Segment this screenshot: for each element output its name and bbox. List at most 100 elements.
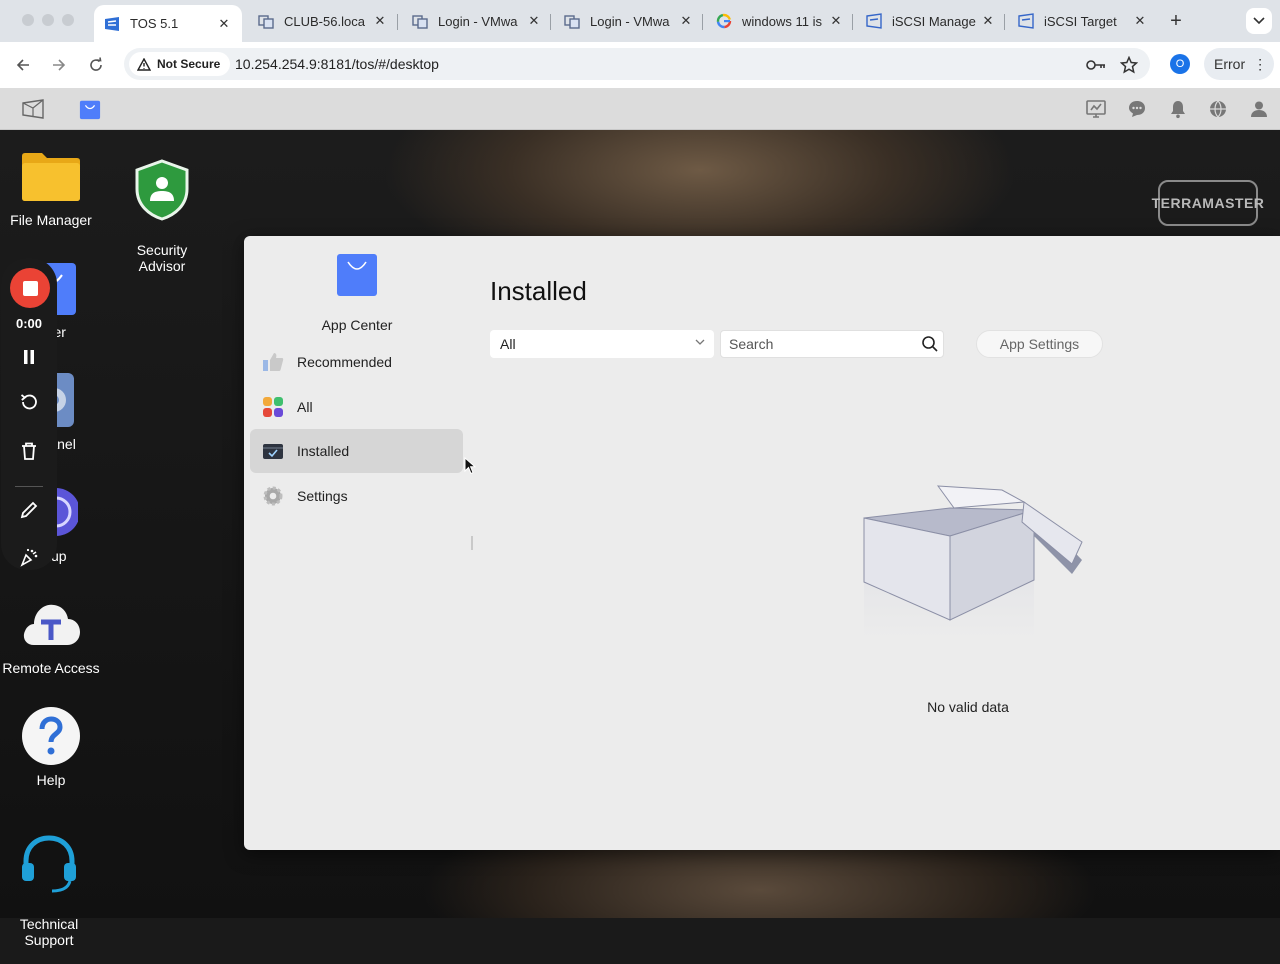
stop-recording-button[interactable] bbox=[10, 268, 50, 308]
tab-search-button[interactable] bbox=[1246, 8, 1272, 34]
tab-tos[interactable]: TOS 5.1 ✕ bbox=[94, 5, 242, 42]
settings-gear-icon bbox=[262, 485, 284, 507]
tab-login-2[interactable]: Login - VMwa ✕ bbox=[554, 6, 704, 36]
desktop-icon-file-manager[interactable]: File Manager bbox=[0, 144, 106, 228]
recording-timer: 0:00 bbox=[15, 316, 43, 331]
globe-icon[interactable] bbox=[1207, 98, 1229, 120]
tab-close-icon[interactable]: ✕ bbox=[1132, 13, 1148, 29]
terramaster-logo: TERRAMASTER bbox=[1152, 180, 1264, 226]
window-zoom-dot[interactable] bbox=[62, 14, 74, 26]
desktop-icon-technical-support[interactable]: Technical Support bbox=[0, 816, 104, 964]
nav-installed[interactable]: Installed bbox=[250, 429, 463, 473]
user-icon[interactable] bbox=[1248, 98, 1270, 120]
tab-title: iSCSI Manage bbox=[892, 13, 976, 29]
reload-button[interactable] bbox=[85, 54, 107, 76]
resource-monitor-icon[interactable] bbox=[1085, 98, 1107, 120]
pause-button[interactable] bbox=[1, 346, 57, 368]
forward-button[interactable] bbox=[48, 54, 70, 76]
desktop-icon-label: Help bbox=[36, 772, 66, 788]
google-icon bbox=[716, 13, 732, 29]
reload-icon bbox=[90, 57, 102, 71]
tab-close-icon[interactable]: ✕ bbox=[216, 16, 232, 32]
nav-settings[interactable]: Settings bbox=[250, 474, 463, 518]
search-icon[interactable] bbox=[921, 335, 939, 353]
app-center-title: App Center bbox=[321, 317, 393, 333]
error-label: Error bbox=[1214, 56, 1246, 72]
nav-all[interactable]: All bbox=[250, 385, 463, 429]
vmware-icon bbox=[564, 13, 580, 29]
chat-icon[interactable] bbox=[1126, 98, 1148, 120]
tos-home-icon[interactable] bbox=[22, 98, 44, 120]
tab-club[interactable]: CLUB-56.loca ✕ bbox=[248, 6, 398, 36]
window-close-dot[interactable] bbox=[22, 14, 34, 26]
tab-close-icon[interactable]: ✕ bbox=[526, 13, 542, 29]
url-text[interactable]: 10.254.254.9:8181/tos/#/desktop bbox=[235, 56, 439, 72]
back-button[interactable] bbox=[12, 54, 34, 76]
tab-close-icon[interactable]: ✕ bbox=[372, 13, 388, 29]
nav-recommended[interactable]: Recommended bbox=[250, 340, 463, 384]
nav-label: All bbox=[297, 399, 313, 415]
iscsi-icon bbox=[866, 13, 882, 29]
mouse-cursor-icon bbox=[464, 457, 476, 475]
page-title: Installed bbox=[490, 276, 587, 306]
tab-close-icon[interactable]: ✕ bbox=[678, 13, 694, 29]
delete-recording-button[interactable] bbox=[1, 440, 57, 462]
profile-avatar[interactable]: O bbox=[1170, 54, 1190, 74]
category-filter-select[interactable]: All bbox=[490, 330, 714, 358]
chevron-down-icon bbox=[695, 339, 705, 345]
vmware-icon bbox=[258, 13, 274, 29]
annotate-button[interactable] bbox=[1, 499, 57, 521]
restart-button[interactable] bbox=[1, 391, 57, 413]
screen-recorder-panel: 0:00 bbox=[1, 258, 57, 570]
desktop-icon-label: File Manager bbox=[10, 212, 92, 228]
cloud-t-icon bbox=[19, 592, 83, 656]
arrow-left-icon bbox=[16, 59, 29, 71]
arrow-right-icon bbox=[53, 59, 66, 71]
desktop-icon-remote-access[interactable]: Remote Access bbox=[0, 592, 106, 676]
filter-value: All bbox=[500, 336, 516, 352]
tab-title: CLUB-56.loca bbox=[284, 13, 365, 29]
kebab-menu-icon: ⋮ bbox=[1253, 55, 1268, 72]
site-security-chip[interactable]: Not Secure bbox=[129, 52, 231, 76]
app-center-taskbar-icon[interactable] bbox=[79, 98, 101, 120]
vmware-icon bbox=[412, 13, 428, 29]
nav-label: Settings bbox=[297, 488, 348, 504]
tab-login-1[interactable]: Login - VMwa ✕ bbox=[402, 6, 552, 36]
tab-title: iSCSI Target bbox=[1044, 13, 1117, 29]
new-tab-button[interactable]: + bbox=[1166, 10, 1186, 33]
trash-icon bbox=[22, 442, 36, 460]
warning-icon bbox=[137, 57, 151, 71]
bookmark-star-icon[interactable] bbox=[1119, 55, 1139, 75]
tab-title: Login - VMwa bbox=[590, 13, 670, 29]
sidebar-resize-handle[interactable] bbox=[471, 536, 473, 550]
grid-apps-icon bbox=[262, 396, 284, 418]
nav-label: Installed bbox=[297, 443, 350, 459]
window-minimize-dot[interactable] bbox=[42, 14, 54, 26]
tab-google[interactable]: windows 11 is ✕ bbox=[706, 6, 854, 36]
search-input[interactable] bbox=[721, 331, 911, 357]
app-center-window: App Center Recommended All Installed Set… bbox=[244, 236, 1280, 850]
desktop-icon-label: Technical Support bbox=[19, 916, 79, 948]
desktop-icon-help[interactable]: Help bbox=[0, 704, 106, 788]
restart-icon bbox=[20, 394, 37, 410]
app-center-logo-icon bbox=[337, 254, 377, 296]
desktop-icon-security-advisor[interactable]: Security Advisor bbox=[107, 142, 217, 290]
iscsi-icon bbox=[1018, 13, 1034, 29]
tab-title: windows 11 is bbox=[742, 13, 822, 29]
search-field[interactable] bbox=[720, 330, 944, 358]
pencil-icon bbox=[20, 501, 38, 519]
tos-icon bbox=[104, 16, 120, 32]
nav-label: Recommended bbox=[297, 354, 392, 370]
empty-state-message: No valid data bbox=[927, 699, 1009, 715]
tab-close-icon[interactable]: ✕ bbox=[828, 13, 844, 29]
error-menu-button[interactable]: Error ⋮ bbox=[1204, 48, 1274, 80]
effects-button[interactable] bbox=[1, 546, 57, 568]
app-settings-button[interactable]: App Settings bbox=[976, 330, 1103, 358]
tab-close-icon[interactable]: ✕ bbox=[980, 13, 996, 29]
tab-iscsi-target[interactable]: iSCSI Target ✕ bbox=[1008, 6, 1158, 36]
bell-icon[interactable] bbox=[1167, 98, 1189, 120]
password-key-icon[interactable] bbox=[1086, 55, 1106, 75]
installed-box-icon bbox=[262, 440, 284, 462]
tab-iscsi-manager[interactable]: iSCSI Manage ✕ bbox=[856, 6, 1006, 36]
desktop-icon-label: Security Advisor bbox=[136, 242, 188, 274]
